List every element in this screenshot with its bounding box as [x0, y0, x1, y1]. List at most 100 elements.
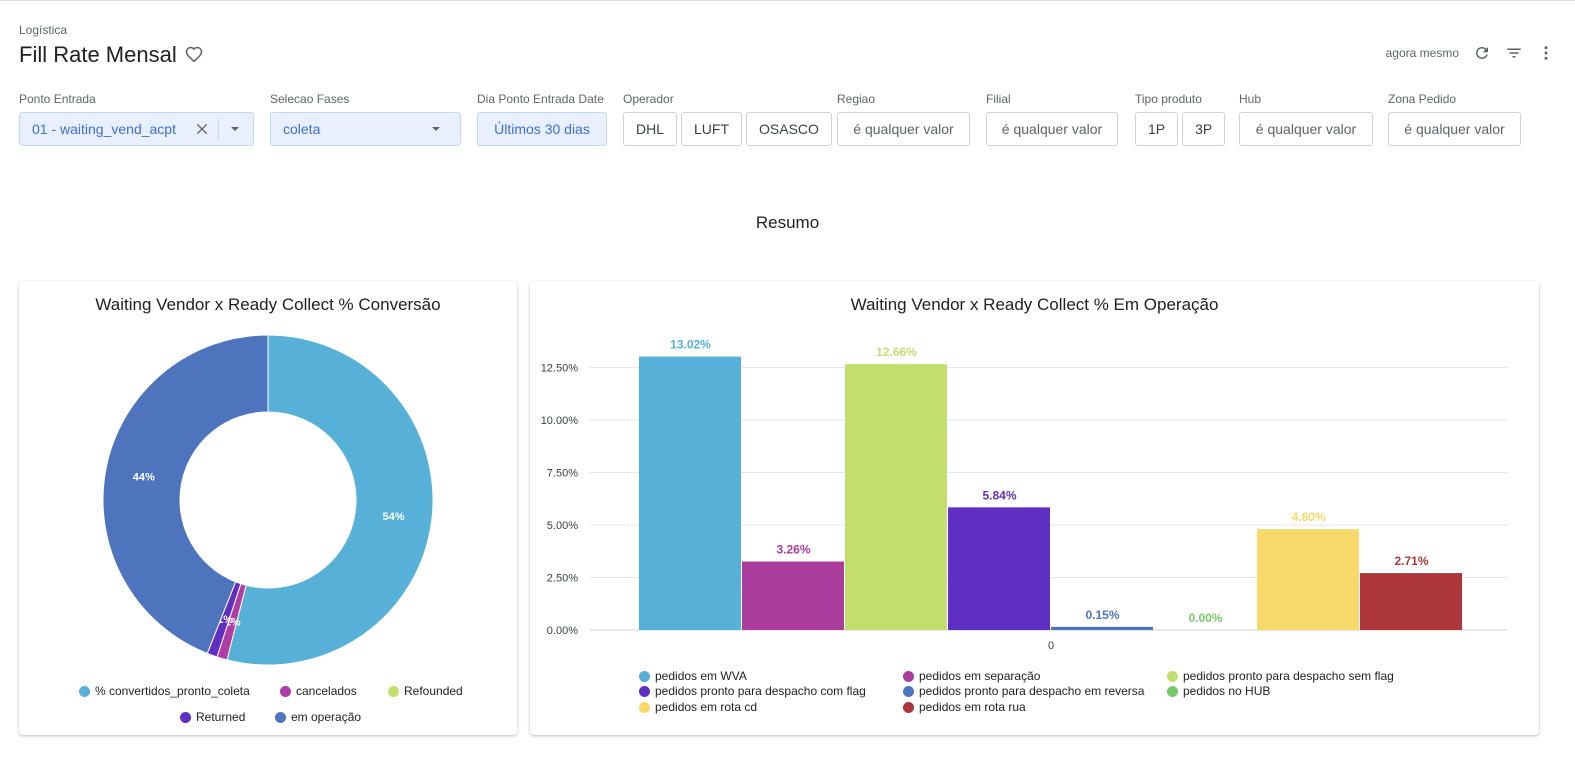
section-title: Resumo [755, 213, 820, 232]
legend-dot [388, 685, 399, 697]
donut-legend-item[interactable]: Refounded [388, 684, 463, 698]
top-divider [0, 0, 1575, 1]
filter-tipo-produto: Tipo produto 1P 3P [1135, 92, 1229, 146]
donut-legend-item[interactable]: cancelados [280, 684, 357, 698]
chevron-down-icon[interactable] [430, 123, 442, 135]
last-updated: agora mesmo [1385, 46, 1459, 60]
donut-legend-item[interactable]: em operação [275, 710, 361, 724]
hub-select[interactable]: é qualquer valor [1239, 112, 1373, 146]
legend-dot [903, 670, 914, 682]
breadcrumb[interactable]: Logística [19, 23, 67, 37]
filter-icon[interactable] [1505, 44, 1523, 62]
selecao-fases-select[interactable]: coleta [270, 112, 461, 146]
bar-chart: 0.00% 2.50% 5.00% 7.50% 10.00% 12.50% 13.02% 3.… [541, 338, 1507, 652]
bar[interactable] [1360, 573, 1462, 630]
operador-chip-dhl[interactable]: DHL [623, 112, 678, 146]
bar[interactable] [1051, 626, 1153, 630]
filter-filial: Filial é qualquer valor [986, 92, 1118, 146]
filial-value: é qualquer valor [1001, 121, 1103, 137]
legend-dot [903, 701, 914, 713]
filter-label: Zona Pedido [1388, 92, 1457, 106]
filial-select[interactable]: é qualquer valor [986, 112, 1118, 146]
legend-dot [180, 711, 191, 723]
legend-dot [639, 670, 650, 682]
zona-pedido-select[interactable]: é qualquer valor [1388, 112, 1521, 146]
filter-bar: Ponto Entrada 01 - waiting_vend_acpt Sel… [19, 92, 1559, 152]
page-title-row: Fill Rate Mensal [19, 42, 203, 68]
filter-label: Ponto Entrada [19, 92, 96, 106]
header-actions: agora mesmo [1386, 44, 1555, 62]
bar-legend-item[interactable]: pedidos no HUB [1167, 684, 1270, 698]
filter-zona-pedido: Zona Pedido é qualquer valor [1388, 92, 1521, 146]
legend-label: Refounded [404, 684, 463, 698]
bar-value-label: 0.00% [1188, 611, 1222, 625]
heart-icon[interactable] [185, 46, 203, 64]
bar-legend-item[interactable]: pedidos em rota rua [903, 700, 1026, 714]
bar-legend-item[interactable]: pedidos pronto para despacho em reversa [903, 684, 1144, 698]
filter-label: Regiao [837, 92, 876, 106]
bar-chart-card: Waiting Vendor x Ready Collect % Em Oper… [530, 281, 1539, 735]
legend-dot [903, 685, 914, 697]
bar[interactable] [742, 561, 844, 630]
y-tick-label: 12.50% [541, 363, 579, 375]
donut-slice-label: 54% [382, 511, 404, 523]
legend-dot [639, 685, 650, 697]
date-range-value: Últimos 30 dias [494, 121, 590, 137]
filter-selecao-fases: Selecao Fases coleta [270, 92, 461, 146]
more-vert-icon[interactable] [1537, 44, 1555, 62]
y-tick-label: 5.00% [547, 520, 578, 532]
y-tick-label: 0.00% [547, 625, 578, 637]
legend-dot [1167, 685, 1178, 697]
legend-label: Returned [196, 710, 246, 724]
y-tick-label: 10.00% [541, 415, 579, 427]
bar-legend-item[interactable]: pedidos pronto para despacho sem flag [1167, 669, 1394, 683]
bar-value-label: 0.15% [1085, 608, 1119, 622]
bar-value-label: 3.26% [776, 543, 810, 557]
refresh-icon[interactable] [1473, 44, 1491, 62]
donut-chart: 54%1%1%44% [102, 334, 434, 666]
hub-value: é qualquer valor [1255, 121, 1357, 137]
chevron-down-icon[interactable] [229, 123, 241, 135]
filter-ponto-entrada: Ponto Entrada 01 - waiting_vend_acpt [19, 92, 254, 146]
bar-legend-item[interactable]: pedidos em WVA [639, 669, 747, 683]
bar-legend-item[interactable]: pedidos em rota cd [639, 700, 757, 714]
bar[interactable] [948, 507, 1050, 630]
operador-chip-osasco[interactable]: OSASCO [746, 112, 832, 146]
regiao-select[interactable]: é qualquer valor [837, 112, 970, 146]
legend-label: % convertidos_pronto_coleta [95, 684, 250, 698]
date-range-picker[interactable]: Últimos 30 dias [477, 112, 607, 146]
legend-label: pedidos em WVA [655, 669, 747, 683]
legend-label: em operação [291, 710, 362, 724]
donut-legend-item[interactable]: Returned [180, 710, 245, 724]
donut-slice-label: 44% [133, 471, 155, 483]
legend-dot [79, 685, 90, 697]
tipo-produto-chip-1p[interactable]: 1P [1135, 112, 1179, 146]
filter-regiao: Regiao é qualquer valor [837, 92, 970, 146]
legend-label: pedidos em separação [919, 669, 1041, 683]
tipo-produto-chip-3p[interactable]: 3P [1182, 112, 1226, 146]
operador-chip-luft[interactable]: LUFT [681, 112, 743, 146]
bar[interactable] [1257, 529, 1359, 630]
bar-legend-item[interactable]: pedidos em separação [903, 669, 1040, 683]
filter-label: Operador [623, 92, 674, 106]
legend-label: pedidos no HUB [1183, 684, 1271, 698]
bar-value-label: 4.80% [1291, 510, 1325, 524]
clear-icon[interactable] [194, 121, 210, 137]
legend-dot [1167, 670, 1178, 682]
donut-chart-card: Waiting Vendor x Ready Collect % Convers… [19, 281, 517, 735]
legend-label: pedidos em rota cd [655, 700, 758, 714]
bar[interactable] [639, 356, 741, 630]
bar[interactable] [845, 364, 947, 630]
legend-label: pedidos pronto para despacho sem flag [1183, 669, 1394, 683]
x-tick-label: 0 [1048, 640, 1054, 652]
donut-legend-item[interactable]: % convertidos_pronto_coleta [79, 684, 250, 698]
filter-dia-ponto-entrada: Dia Ponto Entrada Date Últimos 30 dias [477, 92, 607, 146]
selecao-fases-value: coleta [283, 121, 321, 137]
bar-legend-item[interactable]: pedidos pronto para despacho com flag [639, 684, 866, 698]
ponto-entrada-select[interactable]: 01 - waiting_vend_acpt [19, 112, 254, 146]
regiao-value: é qualquer valor [853, 121, 954, 137]
filter-label: Tipo produto [1135, 92, 1202, 106]
zona-pedido-value: é qualquer valor [1404, 121, 1505, 137]
page-title: Fill Rate Mensal [19, 42, 177, 67]
y-tick-label: 2.50% [547, 573, 578, 585]
